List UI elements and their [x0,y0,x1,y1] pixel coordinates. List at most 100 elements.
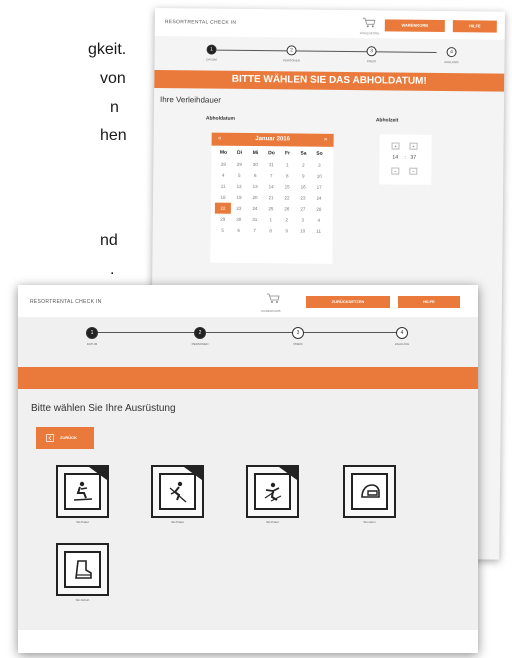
time-picker[interactable]: + + 14 : 37 − − [379,134,432,185]
calendar-day[interactable]: 18 [215,192,231,203]
calendar-day[interactable]: 4 [311,215,327,226]
calendar-day[interactable]: 20 [247,192,263,203]
brand-name: RESORTRENTAL CHECK IN [164,19,237,26]
ski-downhill-icon [169,481,187,503]
calendar-day[interactable]: 31 [263,159,279,170]
progress-steps: 1 2 3 4 DATUM PERSONEN PREIS ZAHLUNG [18,323,478,353]
equipment-tile-helmet[interactable] [343,465,396,518]
calendar-day[interactable]: 13 [247,181,263,192]
prev-month-button[interactable]: « [214,133,226,146]
step-label: ZAHLUNG [394,342,410,346]
reset-button[interactable]: ZURÜCKSETZEN [306,296,390,308]
calendar-day[interactable]: 8 [279,170,295,181]
calendar-day[interactable]: 6 [247,170,263,181]
time-label: Abholzeit [375,117,399,124]
help-button[interactable]: HILFE [398,296,460,308]
background-document: gkeit. von n hen nd . [0,0,150,300]
cart-icon[interactable] [265,291,281,305]
cart-icon[interactable] [361,15,377,29]
cart-label: WARENKORB [359,31,380,36]
equipment-tile-boot[interactable] [56,543,109,596]
calendar-day[interactable]: 19 [231,192,247,203]
calendar-day[interactable]: 7 [263,170,279,181]
weekday-label: Sa [300,150,307,157]
step-label: PERSONEN [283,58,300,63]
calendar-day[interactable]: 1 [279,159,295,170]
section-title: Bitte wählen Sie Ihre Ausrüstung [31,403,176,414]
tile-label: Ski-Schuh [75,598,90,602]
help-button[interactable]: HILFE [452,20,497,33]
calendar-day[interactable]: 28 [215,159,231,170]
hour-value[interactable]: 14 [392,154,398,160]
calendar-day[interactable]: 11 [215,181,231,192]
calendar-day[interactable]: 5 [215,225,231,236]
calendar-day[interactable]: 7 [247,225,263,236]
calendar-day[interactable]: 2 [295,159,311,170]
bg-text-line: gkeit. [88,41,127,58]
calendar-month: Januar 2016 [211,132,334,147]
calendar-day[interactable]: 3 [295,214,311,225]
calendar-day[interactable]: 26 [279,203,295,214]
calendar-day[interactable]: 30 [231,214,247,225]
calendar-day[interactable]: 28 [311,204,327,215]
equipment-selection-screenshot: RESORTRENTAL CHECK IN WARENKORB ZURÜCKSE… [18,285,478,653]
calendar-day[interactable]: 16 [295,181,311,192]
tile-label: Ski-Helm [363,520,376,524]
step-dot: 4 [446,47,457,58]
date-picker[interactable]: Januar 2016 « » Mo Di Mi Do Fr Sa So 28 … [210,132,334,264]
calendar-day[interactable]: 3 [311,160,327,171]
weekday-label: Mi [252,150,259,157]
instruction-banner: BITTE WÄHLEN SIE DAS ABHOLDATUM! [154,69,505,92]
calendar-day[interactable]: 8 [263,225,279,236]
calendar-day[interactable]: 24 [247,203,263,214]
tile-label: Ski-Paket [76,520,89,524]
calendar-day[interactable]: 29 [231,159,247,170]
calendar-day-selected[interactable]: 22 [214,202,231,214]
calendar-day[interactable]: 2 [279,214,295,225]
step-dot: 1 [86,327,98,339]
minute-down-button[interactable]: − [409,167,418,175]
step-dot: 3 [292,327,304,339]
calendar-day[interactable]: 6 [231,225,247,236]
calendar-day[interactable]: 15 [279,181,295,192]
calendar-day[interactable]: 1 [263,214,279,225]
calendar-day[interactable]: 21 [263,192,279,203]
cart-label: WARENKORB [261,309,281,313]
calendar-day[interactable]: 17 [311,182,327,193]
calendar-day[interactable]: 25 [263,203,279,214]
ski-freestyle-icon [264,482,282,502]
calendar-day[interactable]: 10 [295,225,311,236]
calendar-day[interactable]: 31 [247,214,263,225]
weekday-label: Fr [284,150,291,157]
equipment-tile-ski-package-1[interactable] [56,465,109,518]
back-button[interactable]: ZURÜCK [36,427,94,449]
calendar-day[interactable]: 29 [215,214,231,225]
minute-up-button[interactable]: + [409,142,418,150]
equipment-tile-ski-package-2[interactable] [151,465,204,518]
step-label: PREIS [366,59,376,64]
calendar-day[interactable]: 23 [231,203,247,214]
header: RESORTRENTAL CHECK IN WARENKORB ZURÜCKSE… [18,285,478,317]
calendar-day[interactable]: 22 [279,192,295,203]
calendar-day[interactable]: 9 [295,170,311,181]
calendar-day[interactable]: 9 [279,225,295,236]
calendar-day[interactable]: 14 [263,181,279,192]
calendar-day[interactable]: 23 [295,192,311,203]
minute-value[interactable]: 37 [410,155,416,161]
cart-button[interactable]: WARENKORB [384,19,445,33]
calendar-day[interactable]: 4 [215,170,231,181]
hour-up-button[interactable]: + [391,142,400,150]
calendar-day[interactable]: 5 [231,170,247,181]
calendar-day[interactable]: 10 [311,171,327,182]
equipment-tile-ski-package-3[interactable] [246,465,299,518]
step-dot: 2 [194,327,206,339]
calendar-day[interactable]: 11 [311,226,327,237]
calendar-day[interactable]: 27 [295,203,311,214]
calendar-day[interactable]: 30 [247,159,263,170]
next-month-button[interactable]: » [320,134,332,147]
instruction-banner [18,367,478,389]
hour-down-button[interactable]: − [391,167,400,175]
calendar-day[interactable]: 12 [231,181,247,192]
calendar-day[interactable]: 24 [311,193,327,204]
bg-text-line: . [110,261,115,278]
